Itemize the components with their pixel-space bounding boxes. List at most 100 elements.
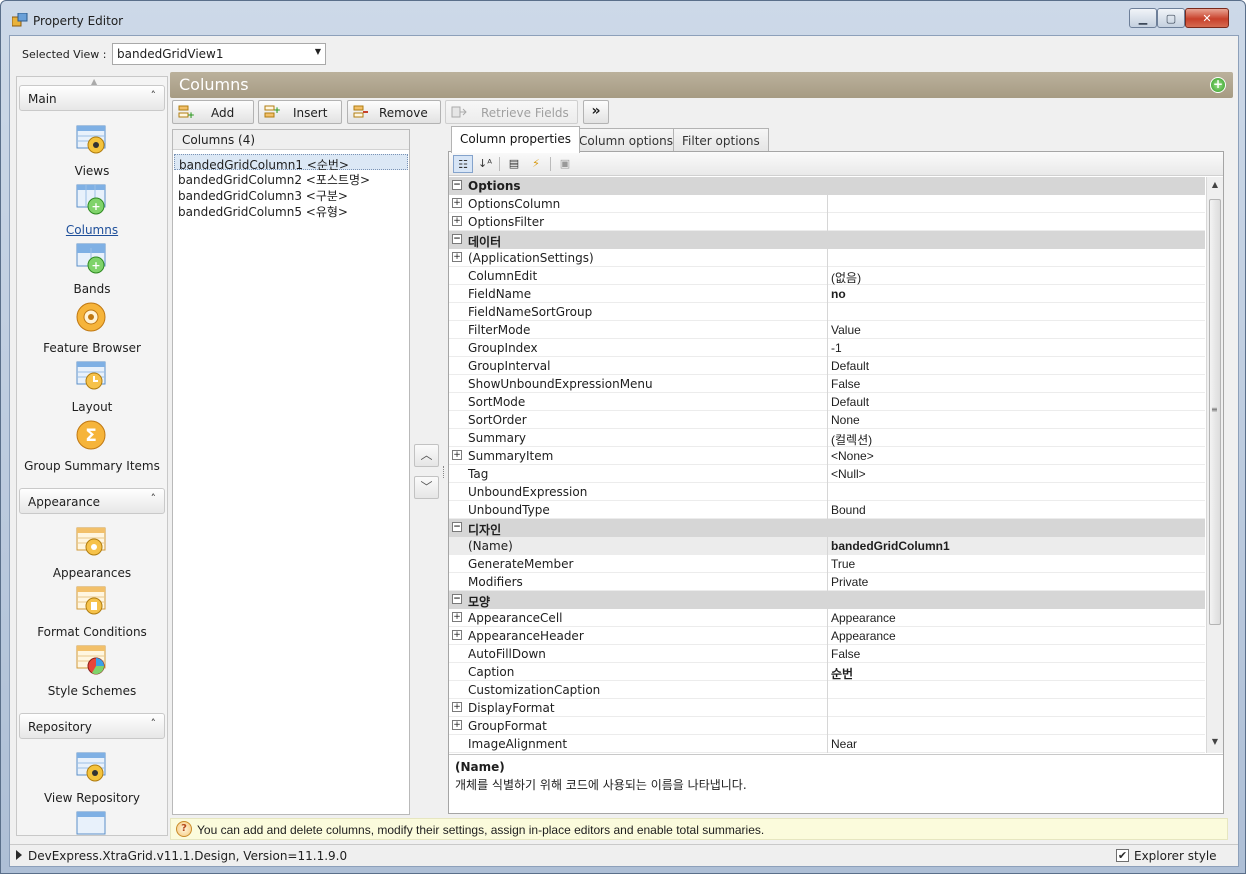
property-row[interactable]: SortMode Default xyxy=(449,393,1205,411)
property-row[interactable]: + AppearanceHeader Appearance xyxy=(449,627,1205,645)
property-row[interactable]: + (ApplicationSettings) xyxy=(449,249,1205,267)
insert-button[interactable]: + Insert xyxy=(258,100,342,124)
property-value[interactable]: Near xyxy=(831,737,857,751)
property-row[interactable]: UnboundType Bound xyxy=(449,501,1205,519)
property-value[interactable]: (컬렉션) xyxy=(831,431,872,448)
categorized-button[interactable]: ☷ xyxy=(453,155,473,173)
property-value[interactable]: (없음) xyxy=(831,269,861,286)
property-row[interactable]: GroupIndex -1 xyxy=(449,339,1205,357)
nav-item-layout[interactable]: Layout xyxy=(17,361,167,419)
property-value[interactable]: Default xyxy=(831,359,869,373)
nav-group-appearance[interactable]: Appearance ˄ xyxy=(19,488,165,514)
property-row[interactable]: FilterMode Value xyxy=(449,321,1205,339)
expand-icon[interactable]: + xyxy=(452,612,462,622)
collapse-icon[interactable]: − xyxy=(452,234,462,244)
nav-item-appearances[interactable]: Appearances xyxy=(17,527,167,585)
property-row[interactable]: FieldNameSortGroup xyxy=(449,303,1205,321)
selected-view-combo[interactable]: bandedGridView1 ▼ xyxy=(112,43,326,65)
property-value[interactable]: 순번 xyxy=(831,665,853,682)
property-row[interactable]: GenerateMember True xyxy=(449,555,1205,573)
expand-triangle-icon[interactable] xyxy=(16,850,22,860)
property-row[interactable]: + GroupFormat xyxy=(449,717,1205,735)
property-category-row[interactable]: − 디자인 xyxy=(449,519,1205,537)
property-row[interactable]: ImageAlignment Near xyxy=(449,735,1205,753)
property-row[interactable]: (Name) bandedGridColumn1 xyxy=(449,537,1205,555)
chevron-up-icon[interactable]: ˄ xyxy=(151,492,157,505)
expand-icon[interactable]: + xyxy=(452,702,462,712)
property-row[interactable]: Caption 순번 xyxy=(449,663,1205,681)
property-value[interactable]: False xyxy=(831,647,860,661)
property-value[interactable]: Private xyxy=(831,575,868,589)
nav-item-partial[interactable] xyxy=(17,811,167,835)
column-list-item[interactable]: bandedGridColumn3 <구분> xyxy=(174,186,408,203)
property-grid-scrollbar[interactable]: ▲ ≡ ▼ xyxy=(1206,177,1223,753)
property-row[interactable]: + AppearanceCell Appearance xyxy=(449,609,1205,627)
explorer-style-label[interactable]: Explorer style xyxy=(1134,849,1217,863)
property-pages-button[interactable]: ▣ xyxy=(555,155,575,173)
alphabetical-button[interactable]: ↓ᴬ xyxy=(475,155,495,173)
expand-icon[interactable]: + xyxy=(452,450,462,460)
property-value[interactable]: bandedGridColumn1 xyxy=(831,539,950,553)
scroll-up-icon[interactable]: ▲ xyxy=(1209,180,1221,194)
explorer-style-checkbox[interactable]: ✔ xyxy=(1116,849,1129,862)
collapse-icon[interactable]: − xyxy=(452,522,462,532)
expand-icon[interactable]: + xyxy=(452,630,462,640)
property-row[interactable]: Modifiers Private xyxy=(449,573,1205,591)
move-up-button[interactable]: ︿ xyxy=(414,444,439,467)
properties-button[interactable]: ▤ xyxy=(504,155,524,173)
property-value[interactable]: no xyxy=(831,287,846,301)
close-button[interactable]: ✕ xyxy=(1185,8,1229,28)
chevron-down-icon[interactable]: ▼ xyxy=(315,47,321,56)
scroll-down-icon[interactable]: ▼ xyxy=(1209,737,1221,751)
events-button[interactable]: ⚡ xyxy=(526,155,546,173)
nav-item-views[interactable]: Views xyxy=(17,125,167,183)
property-value[interactable]: Bound xyxy=(831,503,866,517)
nav-item-format-conditions[interactable]: Format Conditions xyxy=(17,586,167,644)
add-button[interactable]: + Add xyxy=(172,100,254,124)
nav-group-repository[interactable]: Repository ˄ xyxy=(19,713,165,739)
expand-icon[interactable]: + xyxy=(452,198,462,208)
property-row[interactable]: ColumnEdit (없음) xyxy=(449,267,1205,285)
nav-item-feature-browser[interactable]: Feature Browser xyxy=(17,302,167,360)
property-value[interactable]: True xyxy=(831,557,855,571)
column-list-item[interactable]: bandedGridColumn2 <포스트명> xyxy=(174,170,408,187)
maximize-button[interactable]: ▢ xyxy=(1157,8,1185,28)
property-row[interactable]: + DisplayFormat xyxy=(449,699,1205,717)
collapse-icon[interactable]: − xyxy=(452,180,462,190)
nav-group-main[interactable]: Main ˄ xyxy=(19,85,165,111)
property-row[interactable]: + OptionsColumn xyxy=(449,195,1205,213)
property-row[interactable]: AutoFillDown False xyxy=(449,645,1205,663)
property-row[interactable]: GroupInterval Default xyxy=(449,357,1205,375)
chevron-up-icon[interactable]: ˄ xyxy=(151,89,157,102)
property-value[interactable]: False xyxy=(831,377,860,391)
tab-filter-options[interactable]: Filter options xyxy=(673,128,769,152)
remove-button[interactable]: Remove xyxy=(347,100,441,124)
collapse-icon[interactable]: − xyxy=(452,594,462,604)
property-category-row[interactable]: − Options xyxy=(449,177,1205,195)
expand-icon[interactable]: + xyxy=(452,720,462,730)
property-row[interactable]: SortOrder None xyxy=(449,411,1205,429)
tab-column-options[interactable]: Column options xyxy=(570,128,682,152)
tab-column-properties[interactable]: Column properties xyxy=(451,126,581,153)
more-options-button[interactable]: » xyxy=(583,100,609,124)
nav-item-bands[interactable]: + Bands xyxy=(17,243,167,301)
chevron-up-icon[interactable]: ˄ xyxy=(151,717,157,730)
splitter-handle[interactable] xyxy=(443,466,446,478)
nav-item-group-summary-items[interactable]: Σ Group Summary Items xyxy=(17,420,167,478)
property-row[interactable]: Summary (컬렉션) xyxy=(449,429,1205,447)
property-value[interactable]: <Null> xyxy=(831,467,866,481)
nav-item-columns[interactable]: + Columns xyxy=(17,184,167,242)
move-down-button[interactable]: ﹀ xyxy=(414,476,439,499)
property-row[interactable]: ShowUnboundExpressionMenu False xyxy=(449,375,1205,393)
property-value[interactable]: None xyxy=(831,413,860,427)
property-value[interactable]: Value xyxy=(831,323,861,337)
property-value[interactable]: Appearance xyxy=(831,611,896,625)
property-category-row[interactable]: − 모양 xyxy=(449,591,1205,609)
nav-item-view-repository[interactable]: View Repository xyxy=(17,752,167,810)
column-list-item[interactable]: bandedGridColumn1 <순번> xyxy=(174,154,408,172)
nav-item-style-schemes[interactable]: Style Schemes xyxy=(17,645,167,703)
property-value[interactable]: Default xyxy=(831,395,869,409)
retrieve-fields-button[interactable]: Retrieve Fields xyxy=(445,100,578,124)
property-row[interactable]: FieldName no xyxy=(449,285,1205,303)
column-list-item[interactable]: bandedGridColumn5 <유형> xyxy=(174,202,408,219)
